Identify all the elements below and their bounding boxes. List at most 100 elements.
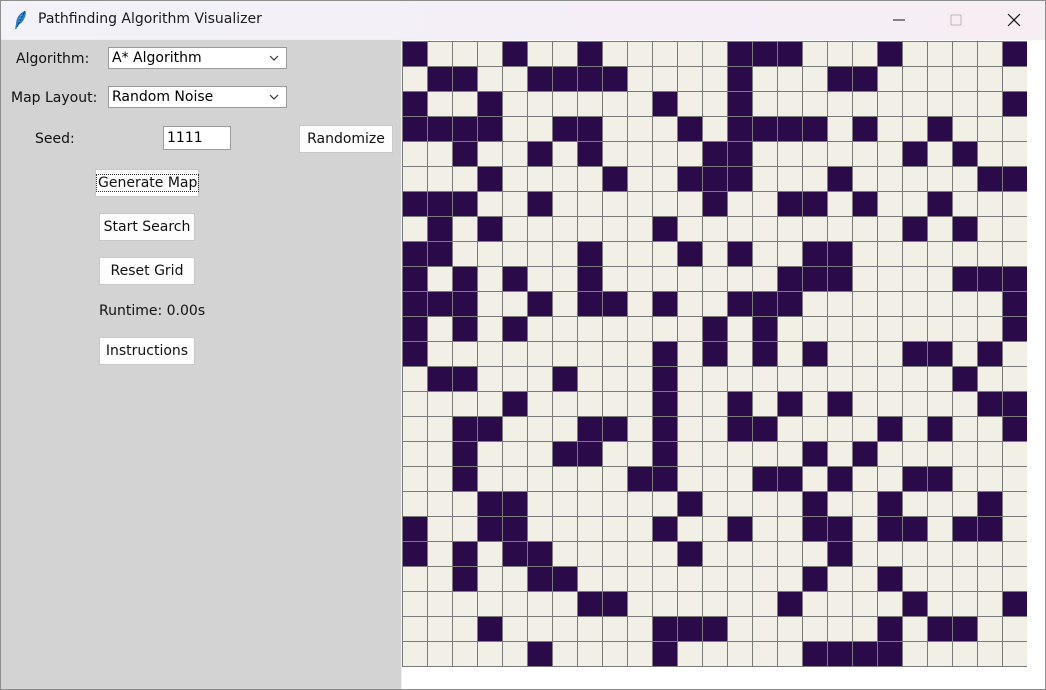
grid-cell-empty[interactable] xyxy=(702,516,728,542)
grid-cell-empty[interactable] xyxy=(702,66,728,92)
grid-cell-wall[interactable] xyxy=(477,416,503,442)
grid-cell-empty[interactable] xyxy=(977,466,1003,492)
grid-cell-empty[interactable] xyxy=(627,641,653,667)
start-search-button[interactable]: Start Search xyxy=(99,213,195,241)
grid-cell-empty[interactable] xyxy=(627,341,653,367)
grid-cell-empty[interactable] xyxy=(552,91,578,117)
grid-cell-wall[interactable] xyxy=(802,641,828,667)
grid-cell-empty[interactable] xyxy=(852,491,878,517)
grid-cell-wall[interactable] xyxy=(927,416,953,442)
grid-cell-wall[interactable] xyxy=(977,266,1003,292)
grid-cell-empty[interactable] xyxy=(877,116,903,142)
grid-cell-wall[interactable] xyxy=(477,216,503,242)
grid-cell-empty[interactable] xyxy=(952,541,978,567)
grid-cell-empty[interactable] xyxy=(902,566,928,592)
grid-cell-wall[interactable] xyxy=(402,541,428,567)
grid-cell-wall[interactable] xyxy=(752,341,778,367)
grid-cell-empty[interactable] xyxy=(927,591,953,617)
grid-cell-empty[interactable] xyxy=(627,516,653,542)
grid-cell-empty[interactable] xyxy=(752,391,778,417)
grid-cell-empty[interactable] xyxy=(927,316,953,342)
grid-cell-empty[interactable] xyxy=(702,541,728,567)
grid-cell-empty[interactable] xyxy=(977,441,1003,467)
grid-cell-empty[interactable] xyxy=(477,291,503,317)
grid-cell-empty[interactable] xyxy=(927,641,953,667)
grid-cell-wall[interactable] xyxy=(452,141,478,167)
grid-cell-empty[interactable] xyxy=(427,391,453,417)
grid-cell-empty[interactable] xyxy=(577,391,603,417)
grid-cell-empty[interactable] xyxy=(627,166,653,192)
grid-cell-wall[interactable] xyxy=(677,116,703,142)
grid-cell-empty[interactable] xyxy=(427,441,453,467)
grid-cell-empty[interactable] xyxy=(752,541,778,567)
grid-cell-wall[interactable] xyxy=(502,41,528,67)
grid-cell-empty[interactable] xyxy=(1002,616,1028,642)
grid-cell-empty[interactable] xyxy=(727,616,753,642)
grid-cell-empty[interactable] xyxy=(877,541,903,567)
grid-cell-wall[interactable] xyxy=(802,491,828,517)
grid-cell-wall[interactable] xyxy=(452,566,478,592)
grid-cell-wall[interactable] xyxy=(777,191,803,217)
grid-cell-empty[interactable] xyxy=(602,41,628,67)
grid-cell-empty[interactable] xyxy=(702,41,728,67)
grid-cell-wall[interactable] xyxy=(552,441,578,467)
grid-cell-empty[interactable] xyxy=(827,441,853,467)
grid-cell-empty[interactable] xyxy=(427,91,453,117)
grid-cell-wall[interactable] xyxy=(477,616,503,642)
grid-cell-empty[interactable] xyxy=(752,566,778,592)
grid-cell-empty[interactable] xyxy=(927,241,953,267)
grid-cell-empty[interactable] xyxy=(502,591,528,617)
grid-cell-wall[interactable] xyxy=(727,391,753,417)
grid-cell-empty[interactable] xyxy=(502,641,528,667)
grid-cell-empty[interactable] xyxy=(927,291,953,317)
grid-cell-empty[interactable] xyxy=(702,566,728,592)
grid-cell-empty[interactable] xyxy=(852,541,878,567)
grid-cell-empty[interactable] xyxy=(527,41,553,67)
grid-cell-empty[interactable] xyxy=(502,216,528,242)
grid-cell-wall[interactable] xyxy=(877,566,903,592)
grid-cell-wall[interactable] xyxy=(727,166,753,192)
grid-cell-empty[interactable] xyxy=(402,66,428,92)
grid-cell-empty[interactable] xyxy=(577,641,603,667)
grid-cell-empty[interactable] xyxy=(502,341,528,367)
grid-cell-empty[interactable] xyxy=(827,366,853,392)
grid-cell-empty[interactable] xyxy=(727,191,753,217)
grid-cell-empty[interactable] xyxy=(927,41,953,67)
grid-cell-wall[interactable] xyxy=(977,516,1003,542)
grid-cell-empty[interactable] xyxy=(627,66,653,92)
grid-cell-empty[interactable] xyxy=(777,491,803,517)
grid-cell-empty[interactable] xyxy=(877,341,903,367)
grid-cell-empty[interactable] xyxy=(602,116,628,142)
grid-cell-empty[interactable] xyxy=(1002,191,1028,217)
grid-cell-empty[interactable] xyxy=(577,341,603,367)
grid-cell-empty[interactable] xyxy=(977,141,1003,167)
grid-cell-empty[interactable] xyxy=(752,66,778,92)
grid-cell-empty[interactable] xyxy=(552,516,578,542)
grid-cell-empty[interactable] xyxy=(752,141,778,167)
grid-cell-empty[interactable] xyxy=(502,366,528,392)
grid-cell-empty[interactable] xyxy=(802,616,828,642)
grid-cell-wall[interactable] xyxy=(952,516,978,542)
grid-cell-empty[interactable] xyxy=(627,266,653,292)
grid-cell-wall[interactable] xyxy=(1002,316,1028,342)
grid-cell-wall[interactable] xyxy=(802,191,828,217)
grid-cell-wall[interactable] xyxy=(827,466,853,492)
grid-cell-empty[interactable] xyxy=(477,266,503,292)
grid-cell-empty[interactable] xyxy=(702,466,728,492)
grid-cell-empty[interactable] xyxy=(902,241,928,267)
grid-cell-wall[interactable] xyxy=(727,291,753,317)
grid-cell-wall[interactable] xyxy=(777,466,803,492)
grid-cell-wall[interactable] xyxy=(527,291,553,317)
grid-cell-empty[interactable] xyxy=(552,391,578,417)
randomize-button[interactable]: Randomize xyxy=(299,125,393,153)
grid-cell-wall[interactable] xyxy=(702,166,728,192)
grid-cell-empty[interactable] xyxy=(952,566,978,592)
grid-cell-empty[interactable] xyxy=(1002,366,1028,392)
grid-cell-empty[interactable] xyxy=(977,41,1003,67)
grid-cell-empty[interactable] xyxy=(552,291,578,317)
grid-canvas[interactable] xyxy=(402,40,1045,689)
grid-cell-empty[interactable] xyxy=(852,591,878,617)
grid-cell-wall[interactable] xyxy=(402,316,428,342)
grid-cell-wall[interactable] xyxy=(777,116,803,142)
grid-cell-empty[interactable] xyxy=(502,291,528,317)
